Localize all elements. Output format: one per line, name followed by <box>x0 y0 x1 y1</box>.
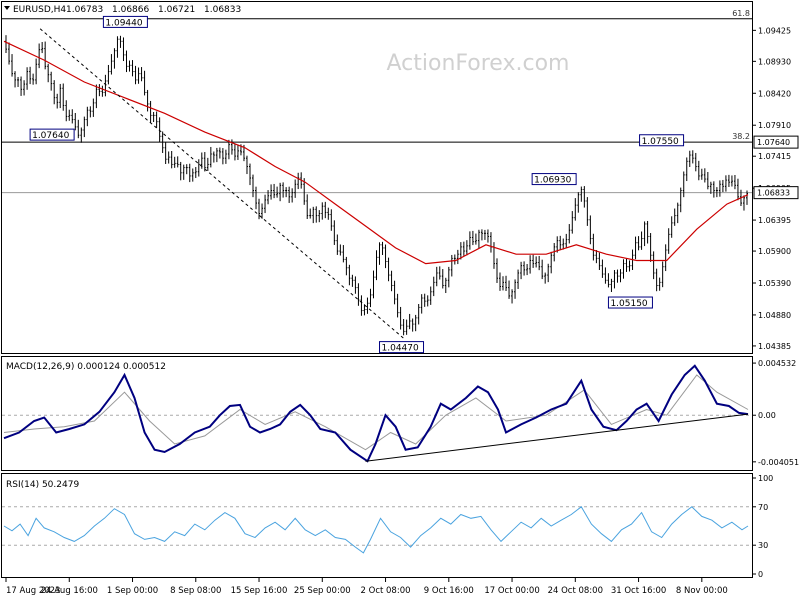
x-axis-label: 2 Oct 08:00 <box>361 586 411 596</box>
fib-level-label: 61.8 <box>732 9 750 18</box>
swing-label: 1.07640 <box>32 131 69 141</box>
price-axis-label: 1.07415 <box>758 152 791 161</box>
price-axis-label: 1.05390 <box>758 279 791 288</box>
x-axis-label: 8 Sep 08:00 <box>170 586 221 596</box>
eurusd-chart: ActionForex.com 38.2 61.8 1.09440 1.07640 1.… <box>1 1 799 596</box>
rsi-axis-label: 0 <box>758 570 763 579</box>
price-axis-label: 1.04880 <box>758 311 791 320</box>
price-axis-label: 1.05900 <box>758 247 791 256</box>
price-axis-label: 1.08420 <box>758 89 791 98</box>
header-close: 1.06833 <box>204 5 241 15</box>
level-price-tag: 1.07640 <box>757 138 790 147</box>
x-axis-label: 25 Sep 00:00 <box>294 586 351 596</box>
x-axis-label: 9 Oct 16:00 <box>424 586 474 596</box>
x-axis-label: 17 Oct 00:00 <box>484 586 539 596</box>
watermark: ActionForex.com <box>387 51 570 76</box>
swing-label: 1.05150 <box>610 299 647 309</box>
swing-label: 1.06930 <box>534 176 571 186</box>
price-axis-label: 1.04385 <box>758 342 791 351</box>
macd-title: MACD(12,26,9) 0.000124 0.000512 <box>6 362 166 372</box>
x-axis-label: 15 Sep 16:00 <box>231 586 288 596</box>
header-high: 1.06866 <box>112 5 149 15</box>
macd-panel-frame <box>1 356 753 471</box>
swing-label: 1.07550 <box>642 137 679 147</box>
current-price-tag: 1.06833 <box>757 189 790 198</box>
header-symbol: EURUSD,H4 <box>13 5 66 15</box>
price-axis-label: 1.07910 <box>758 121 791 130</box>
price-axis-label: 1.09425 <box>758 26 791 35</box>
chart-header: EURUSD,H4 1.06783 1.06866 1.06721 1.0683… <box>4 5 241 15</box>
x-axis-label: 24 Oct 08:00 <box>548 586 603 596</box>
x-axis-label: 31 Oct 16:00 <box>611 586 666 596</box>
swing-label: 1.09440 <box>105 18 142 28</box>
price-axis-label: 1.06395 <box>758 216 791 225</box>
header-low: 1.06721 <box>158 5 195 15</box>
macd-axis-label: -0.004051 <box>758 458 799 467</box>
x-axis-label: 1 Sep 00:00 <box>107 586 158 596</box>
swing-label: 1.04470 <box>382 344 419 354</box>
rsi-axis-label: 30 <box>758 541 768 550</box>
header-open: 1.06783 <box>66 5 103 15</box>
macd-axis-label: 0.00 <box>758 411 776 420</box>
rsi-title: RSI(14) 50.2479 <box>6 480 79 490</box>
rsi-axis-label: 100 <box>758 474 773 483</box>
chart-root: ActionForex.com 38.2 61.8 1.09440 1.07640 1.… <box>0 0 800 600</box>
rsi-axis-label: 70 <box>758 503 768 512</box>
fib-level-label: 38.2 <box>732 132 750 141</box>
x-axis-label: 24 Aug 16:00 <box>41 586 98 596</box>
x-axis-label: 8 Nov 00:00 <box>676 586 728 596</box>
macd-axis-label: 0.004532 <box>758 359 796 368</box>
price-axis-label: 1.08930 <box>758 57 791 66</box>
